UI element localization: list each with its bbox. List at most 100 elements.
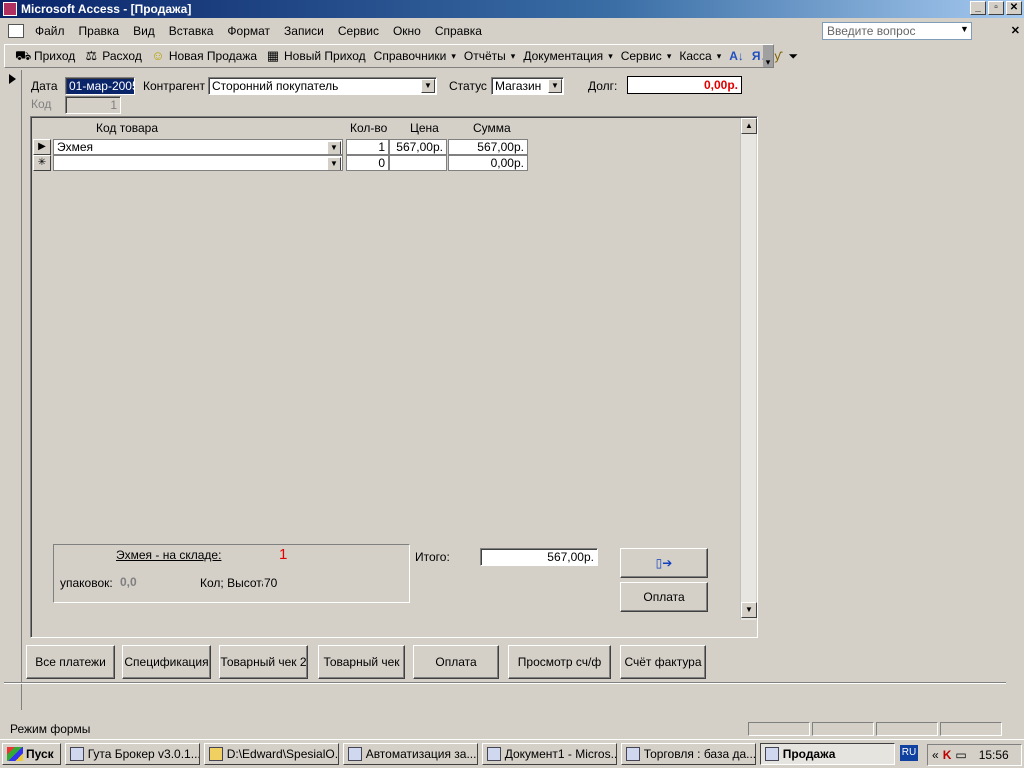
form-doc-icon[interactable]	[8, 24, 24, 38]
mdi-close-icon[interactable]: ✕	[1011, 24, 1020, 37]
taskbar: Пуск Гута Брокер v3.0.1... D:\Edward\Spe…	[0, 739, 1024, 768]
task-label: Продажа	[782, 747, 836, 761]
chevron-down-icon[interactable]: ▼	[548, 79, 562, 93]
start-label: Пуск	[26, 747, 54, 761]
folder-icon	[208, 747, 223, 761]
toolbar-dokumentacia-menu[interactable]: Документация	[519, 49, 616, 63]
menu-records[interactable]: Записи	[277, 24, 331, 38]
antivirus-icon[interactable]: K	[943, 748, 952, 762]
status-combo[interactable]: Магазин ▼	[491, 77, 564, 95]
toolbar-prihod-button[interactable]: ⛟ Приход	[11, 48, 79, 64]
packs-value: 0,0	[120, 575, 137, 589]
task-word-automation[interactable]: Автоматизация за...	[342, 743, 478, 765]
access-app-icon[interactable]	[3, 2, 17, 16]
invoice-button[interactable]: Счёт фактура	[620, 645, 706, 679]
all-payments-button[interactable]: Все платежи	[26, 645, 115, 679]
menu-help[interactable]: Справка	[428, 24, 489, 38]
contragent-combo[interactable]: Сторонний покупатель ▼	[208, 77, 437, 95]
invoice-preview-button[interactable]: Просмотр сч/ф	[508, 645, 611, 679]
menu-window[interactable]: Окно	[386, 24, 428, 38]
table-row-code-cell[interactable]: Эхмея ▼	[53, 139, 343, 155]
truck-icon: ⛟	[15, 48, 32, 63]
code-field: 1	[65, 96, 121, 114]
toolbar-kassa-menu[interactable]: Касса	[675, 49, 725, 63]
toolbar-new-prihod-label: Новый Приход	[284, 49, 366, 63]
toolbar-options-icon[interactable]: ▾	[763, 45, 773, 67]
menu-insert[interactable]: Вставка	[162, 24, 221, 38]
chevron-down-icon[interactable]: ▼	[327, 157, 341, 170]
debt-label: Долг:	[588, 79, 618, 93]
contragent-value: Сторонний покупатель	[212, 79, 339, 93]
task-guta-broker[interactable]: Гута Брокер v3.0.1...	[64, 743, 200, 765]
specification-button[interactable]: Спецификация	[122, 645, 211, 679]
task-explorer[interactable]: D:\Edward\SpesialO...	[203, 743, 339, 765]
title-bar: Microsoft Access - [Продажа] _ ▫ ✕	[0, 0, 1024, 18]
new-row-price-cell[interactable]	[389, 155, 447, 171]
col-header-qty: Кол-во	[350, 121, 388, 135]
chevron-down-icon[interactable]: ▼	[327, 141, 341, 154]
minimize-button[interactable]: _	[970, 1, 986, 15]
code-label: Код	[31, 97, 52, 111]
col-header-sum: Сумма	[473, 121, 511, 135]
table-row-price-cell[interactable]: 567,00р.	[389, 139, 447, 155]
row-selector-current[interactable]: ▶	[33, 139, 51, 155]
date-field[interactable]: 01-мар-2005	[65, 77, 135, 95]
debt-field: 0,00р.	[627, 76, 742, 94]
toolbar-rashod-button[interactable]: ⚖ Расход	[79, 49, 146, 64]
form-icon	[764, 747, 779, 761]
smiley-icon: ☺	[151, 48, 165, 63]
stock-count: 1	[279, 546, 288, 563]
help-question-input[interactable]: Введите вопрос	[822, 22, 972, 40]
payment-button[interactable]: Оплата	[413, 645, 499, 679]
sort-ascending-icon[interactable]: A↓	[725, 49, 748, 63]
chevron-down-icon[interactable]: ▼	[960, 24, 969, 34]
status-panel	[812, 722, 874, 736]
exit-button[interactable]: ▯➔	[620, 548, 708, 578]
task-label: Автоматизация за...	[365, 747, 477, 761]
new-row-qty-cell[interactable]: 0	[346, 155, 389, 171]
task-prodazha[interactable]: Продажа	[759, 743, 895, 765]
toolbar-spravochniki-menu[interactable]: Справочники	[370, 49, 460, 63]
task-access-db[interactable]: Торговля : база да...	[620, 743, 756, 765]
toolbar-otchety-menu[interactable]: Отчёты	[460, 49, 519, 63]
menu-view[interactable]: Вид	[126, 24, 162, 38]
qty-height-value: 70	[264, 576, 278, 590]
table-row-qty-cell[interactable]: 1	[346, 139, 389, 155]
oplata-side-button[interactable]: Оплата	[620, 582, 708, 612]
form-record-selector[interactable]	[4, 70, 22, 710]
scroll-down-icon[interactable]: ▼	[741, 602, 757, 618]
language-indicator[interactable]: RU	[900, 745, 918, 761]
scroll-up-icon[interactable]: ▲	[741, 118, 757, 134]
row-selector-new[interactable]: ✳	[33, 155, 51, 171]
status-panel	[748, 722, 810, 736]
status-label: Статус	[449, 79, 487, 93]
windows-logo-icon	[7, 747, 23, 761]
app-icon	[69, 747, 84, 761]
menu-format[interactable]: Формат	[220, 24, 277, 38]
filter-icon[interactable]: ⏷	[785, 49, 803, 64]
total-field: 567,00р.	[480, 548, 598, 566]
new-row-code-cell[interactable]: ▼	[53, 155, 343, 171]
restore-button[interactable]: ▫	[988, 1, 1004, 15]
menu-edit[interactable]: Правка	[72, 24, 127, 38]
receipt2-button[interactable]: Товарный чек 2	[219, 645, 308, 679]
task-label: Торговля : база да...	[643, 747, 756, 761]
task-label: D:\Edward\SpesialO...	[226, 747, 339, 761]
current-record-icon	[9, 74, 16, 84]
chevron-down-icon[interactable]: ▼	[421, 79, 435, 93]
tray-expand-icon[interactable]: «	[932, 748, 939, 762]
receipt-button[interactable]: Товарный чек	[318, 645, 405, 679]
network-icon[interactable]: ▭	[955, 748, 966, 762]
word-icon	[486, 747, 501, 761]
task-word-document1[interactable]: Документ1 - Micros...	[481, 743, 617, 765]
menu-tools[interactable]: Сервис	[331, 24, 386, 38]
menu-file[interactable]: Файл	[28, 24, 72, 38]
toolbar-new-sale-button[interactable]: ☺ Новая Продажа	[146, 48, 261, 64]
toolbar-new-prihod-button[interactable]: ▦ Новый Приход	[261, 48, 370, 64]
form-scrollbar[interactable]: ▲ ▼	[740, 118, 757, 620]
table-icon: ▦	[266, 48, 280, 63]
clock[interactable]: 15:56	[979, 748, 1009, 762]
start-button[interactable]: Пуск	[2, 743, 61, 765]
toolbar-servis-menu[interactable]: Сервис	[617, 49, 676, 63]
close-button[interactable]: ✕	[1006, 1, 1022, 15]
